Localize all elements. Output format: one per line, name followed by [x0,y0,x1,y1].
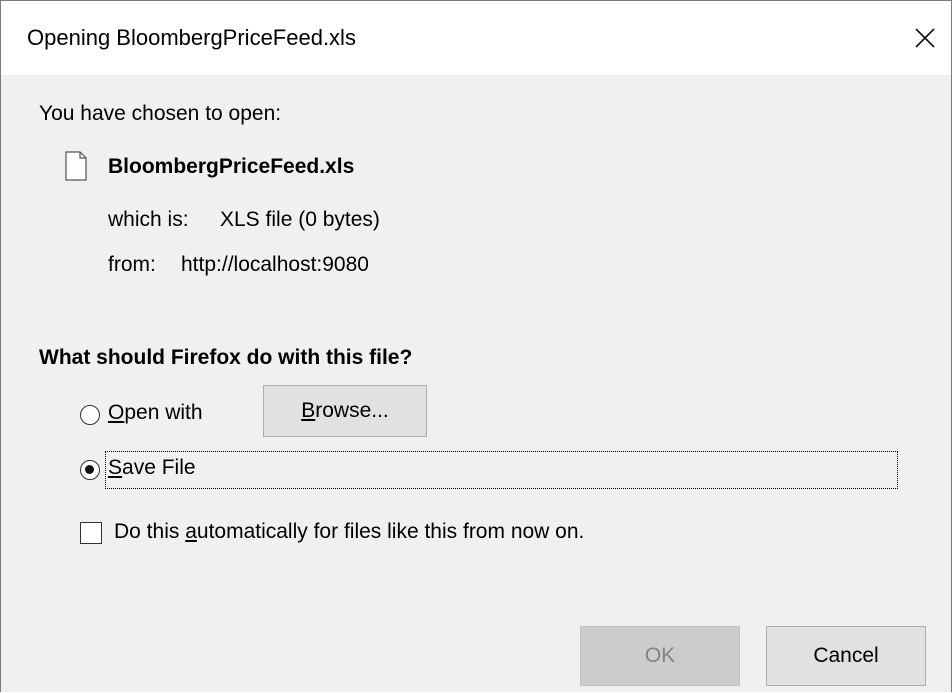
file-open-dialog: Opening BloombergPriceFeed.xls You have … [0,0,952,692]
save-file-focus-outline [105,451,898,489]
open-with-radio[interactable] [80,405,100,425]
title-bar: Opening BloombergPriceFeed.xls [1,0,951,75]
ok-button[interactable]: OK [580,626,740,686]
dialog-title: Opening BloombergPriceFeed.xls [27,25,356,50]
auto-action-label[interactable]: Do this automatically for files like thi… [114,520,584,544]
file-type-value: XLS file (0 bytes) [220,208,380,231]
auto-action-checkbox[interactable] [80,522,102,544]
from-label: from: [108,253,156,276]
dialog-content: You have chosen to open: BloombergPriceF… [1,75,951,692]
close-button[interactable] [899,9,951,67]
save-file-radio[interactable] [80,460,100,480]
browse-button-label: Browse... [301,399,389,422]
cancel-button[interactable]: Cancel [766,626,926,686]
source-url: http://localhost:9080 [181,253,369,276]
browse-button[interactable]: Browse... [263,385,427,437]
action-question: What should Firefox do with this file? [39,346,413,369]
file-icon [65,151,87,181]
save-file-label[interactable]: Save File [108,456,196,480]
which-is-label: which is: [108,208,189,231]
file-name: BloombergPriceFeed.xls [108,155,355,178]
close-icon [915,28,935,48]
intro-text: You have chosen to open: [39,102,282,125]
open-with-label[interactable]: Open with [108,401,203,425]
